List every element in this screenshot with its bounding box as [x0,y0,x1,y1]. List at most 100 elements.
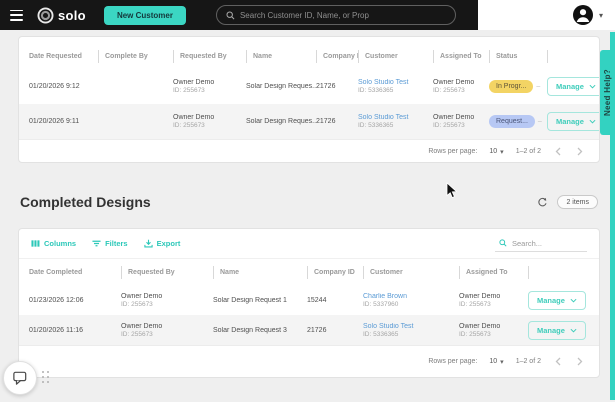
rows-per-page-value: 10 [489,148,498,155]
table-row[interactable]: 01/20/2026 9:11 Owner Demo ID: 255673 So… [19,104,599,139]
status-cell: In Progr... – [489,80,547,93]
customer-cell: Solo Studio Test ID: 5336365 [358,79,433,94]
need-help-tab[interactable]: Need Help? [600,50,615,135]
requested-by-id: ID: 255673 [121,330,153,338]
drag-handle[interactable] [42,371,50,384]
requested-by-id: ID: 255673 [173,87,205,94]
table-search-input[interactable] [512,238,582,248]
actions-cell: Manage [547,77,599,96]
company-id-cell: 21726 [316,118,336,125]
header-search[interactable] [215,5,456,25]
columns-button[interactable]: Columns [31,239,76,248]
customer-id: ID: 5336365 [358,122,394,129]
design-requests-table: Date Requested Complete By Requested By … [18,36,600,163]
items-count-badge: 2 items [557,195,598,209]
date-completed-cell: 01/23/2026 12:06 [29,296,84,304]
next-page-button[interactable] [575,354,585,369]
chevron-down-icon: ▾ [500,148,504,156]
status-cell: Request... – [489,115,547,128]
solo-logo-icon [37,7,54,23]
column-header-assigned-to[interactable]: Assigned To [433,49,489,63]
filters-button-label: Filters [105,239,128,248]
top-bar-light-section: ▾ [478,0,615,30]
manage-button[interactable]: Manage [528,290,586,310]
customer-link[interactable]: Charlie Brown [363,293,453,300]
previous-page-button[interactable] [553,144,563,159]
menu-icon[interactable] [10,9,23,21]
completed-designs-actions: 2 items [537,195,598,209]
assigned-to-id: ID: 255673 [433,87,465,94]
column-header-name[interactable]: Name [213,265,307,279]
column-header-date-completed[interactable]: Date Completed [29,266,121,279]
column-header-customer[interactable]: Customer [358,49,433,63]
manage-button-label: Manage [537,325,565,335]
rows-per-page-select[interactable]: 10 ▾ [489,148,503,156]
table-row[interactable]: 01/20/2026 9:12 Owner Demo ID: 255673 So… [19,69,599,104]
status-badge: Request... [489,115,535,128]
refresh-button[interactable] [537,197,548,208]
company-id-cell: 15244 [307,296,327,304]
chevron-down-icon [570,298,577,303]
table-row[interactable]: 01/20/2026 11:16 Owner Demo ID: 255673 S… [19,315,599,345]
assigned-to-name: Owner Demo [459,292,501,300]
request-name-cell: Solar Design Request 3 [213,326,287,334]
manage-button[interactable]: Manage [547,112,599,131]
columns-icon [31,240,40,247]
table-search[interactable] [495,236,587,252]
customer-link[interactable]: Solo Studio Test [358,79,427,86]
header-search-input[interactable] [239,10,446,20]
requested-by-name: Owner Demo [121,322,163,330]
assigned-to-id: ID: 255673 [459,300,491,308]
new-customer-button[interactable]: New Customer [103,5,186,25]
rows-per-page-value: 10 [489,358,498,365]
rows-per-page-label: Rows per page: [428,358,478,365]
request-name-cell: Solar Design Reques... [246,83,316,90]
requested-by-cell: Owner Demo ID: 255673 [173,79,246,94]
export-button[interactable]: Export [143,239,181,248]
column-header-customer[interactable]: Customer [363,265,459,279]
filters-button[interactable]: Filters [92,239,128,248]
chat-button[interactable] [3,361,37,395]
rows-per-page-select[interactable]: 10 ▾ [489,358,503,366]
export-download-icon [143,239,153,248]
column-header-requested-by[interactable]: Requested By [121,265,213,279]
app-window: solo New Customer ▾ Date Req [0,0,615,402]
chevron-right-icon [577,357,583,366]
customer-id: ID: 5337960 [363,300,399,308]
manage-button[interactable]: Manage [547,77,599,96]
columns-button-label: Columns [44,239,77,248]
mouse-cursor [446,182,458,199]
company-id-cell: 21726 [316,83,336,90]
column-header-actions [528,265,599,279]
next-page-button[interactable] [575,144,585,159]
search-icon [226,10,235,19]
requested-by-cell: Owner Demo ID: 255673 [121,293,213,308]
date-completed-cell: 01/20/2026 11:16 [29,326,83,334]
column-header-date-requested[interactable]: Date Requested [29,50,98,63]
requested-by-name: Owner Demo [121,292,163,300]
column-header-assigned-to[interactable]: Assigned To [459,265,528,279]
column-header-name[interactable]: Name [246,49,316,63]
actions-cell: Manage [528,320,599,340]
column-header-status[interactable]: Status [489,49,547,63]
customer-link[interactable]: Solo Studio Test [363,323,453,330]
customer-link[interactable]: Solo Studio Test [358,114,427,121]
column-header-requested-by[interactable]: Requested By [173,49,246,63]
column-header-complete-by[interactable]: Complete By [98,49,173,63]
previous-page-button[interactable] [553,354,563,369]
top-bar: solo New Customer ▾ [0,0,615,30]
user-avatar[interactable] [572,5,593,25]
solo-logo[interactable]: solo [37,7,86,24]
assigned-to-cell: Owner Demo ID: 255673 [433,79,489,94]
column-header-actions [547,49,599,63]
chevron-down-icon[interactable]: ▾ [599,11,603,20]
pagination-range: 1–2 of 2 [515,358,541,365]
column-header-company-id[interactable]: Company ID [316,49,358,63]
logo-text: solo [58,7,86,23]
table-row[interactable]: 01/23/2026 12:06 Owner Demo ID: 255673 S… [19,285,599,315]
export-button-label: Export [156,239,181,248]
rows-per-page-label: Rows per page: [428,148,478,155]
manage-button[interactable]: Manage [528,320,586,340]
chevron-down-icon: ▾ [500,358,504,366]
column-header-company-id[interactable]: Company ID [307,265,363,279]
